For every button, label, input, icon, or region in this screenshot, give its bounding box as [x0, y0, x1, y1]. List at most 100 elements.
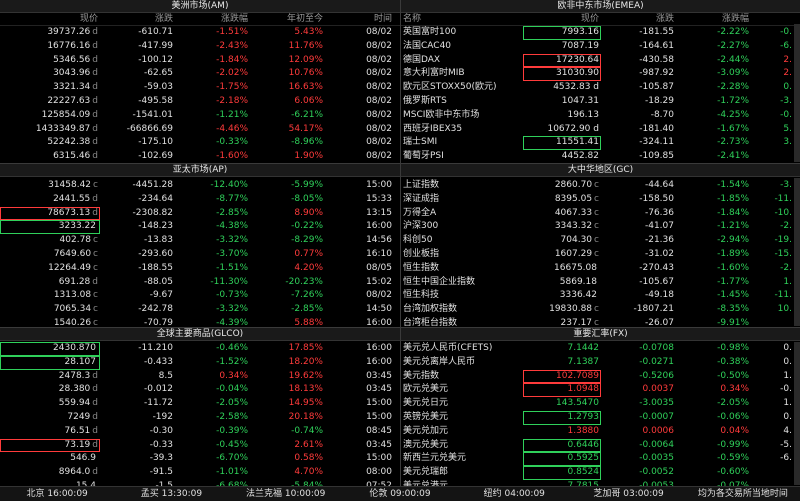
table-row[interactable]: MSCI欧非中东市场 196.13 -8.70 -4.25% -0. — [401, 109, 800, 123]
price-cell: 402.78 c — [0, 234, 100, 248]
price-suffix: d — [92, 370, 98, 381]
col-ytd[interactable] — [751, 13, 794, 25]
index-name: 科创50 — [403, 235, 433, 246]
table-row[interactable]: 西班牙IBEX35 10672.90 d -181.40 -1.67% 5. — [401, 123, 800, 137]
change-cell: -88.05 — [143, 276, 173, 287]
price-cell: 143.5470 — [556, 398, 599, 409]
table-row[interactable]: 8964.0 d -91.5 -1.01% 4.70% 08:00 — [0, 466, 400, 480]
col-name[interactable]: 名称 — [401, 13, 523, 25]
table-row[interactable]: 3321.34 d -59.03 -1.75% 16.63% 08/02 — [0, 81, 400, 95]
table-row[interactable]: 52242.38 d -175.10 -0.33% -8.96% 08/02 — [0, 136, 400, 150]
table-row[interactable]: 12264.49 c -188.55 -1.51% 4.20% 08/05 — [0, 262, 400, 276]
change-pct-cell: -2.05% — [216, 398, 248, 409]
change-cell: -610.71 — [138, 27, 173, 37]
table-row[interactable]: 沪深300 3343.32 c -41.07 -1.21% -2. — [401, 220, 800, 234]
table-row[interactable]: 英镑兑美元 1.2793 -0.0007 -0.06% 0. — [401, 410, 800, 425]
table-row[interactable]: 1540.26 c -70.79 -4.39% 5.88% 16:00 — [0, 317, 400, 327]
scrollbar[interactable] — [794, 24, 800, 162]
table-row[interactable]: 欧元区STOXX50(欧元) 4532.83 d -105.87 -2.28% 0. — [401, 81, 800, 95]
table-row[interactable]: 深证成指 8395.05 c -158.50 -1.85% -11. — [401, 193, 800, 207]
table-row[interactable]: 39737.26 d -610.71 -1.51% 5.43% 08/02 — [0, 26, 400, 40]
table-row[interactable]: 美元兑瑞郎 0.8524 -0.0052 -0.60% — [401, 466, 800, 480]
table-row[interactable]: 2478.3 d 8.5 0.34% 19.62% 03:45 — [0, 370, 400, 384]
price-suffix: c — [594, 207, 599, 218]
col-ytd[interactable]: 年初至今 — [250, 13, 325, 25]
table-row[interactable]: 16776.16 d -417.99 -2.43% 11.76% 08/02 — [0, 40, 400, 54]
table-row[interactable]: 恒生指数 16675.08 -270.43 -1.60% -2. — [401, 262, 800, 276]
table-row[interactable]: 台湾柜台指数 237.17 c -26.07 -9.91% — [401, 317, 800, 327]
table-row[interactable]: 2430.870 -11.210 -0.46% 17.85% 16:00 — [0, 342, 400, 356]
table-row[interactable]: 546.9 -39.3 -6.70% 0.58% 15:00 — [0, 452, 400, 466]
table-row[interactable]: 恒生中国企业指数 5869.18 -105.67 -1.77% 1. — [401, 276, 800, 290]
table-row[interactable]: 78673.13 d -2308.82 -2.85% 8.90% 13:15 — [0, 206, 400, 221]
table-row[interactable]: 76.51 d -0.30 -0.39% -0.74% 08:45 — [0, 425, 400, 439]
table-row[interactable]: 1433349.87 d -66866.69 -4.46% 54.17% 08/02 — [0, 123, 400, 137]
time-cell: 08/02 — [366, 123, 392, 134]
scrollbar[interactable] — [794, 342, 800, 485]
table-row[interactable]: 科创50 704.30 c -21.36 -2.94% -19. — [401, 234, 800, 248]
scrollbar[interactable] — [794, 178, 800, 326]
col-price[interactable]: 现价 — [0, 13, 100, 25]
table-row[interactable]: 创业板指 1607.29 c -31.02 -1.89% -15. — [401, 248, 800, 262]
table-row[interactable]: 英国富时100 7993.16 -181.55 -2.22% -0. — [401, 26, 800, 40]
table-row[interactable]: 28.107 -0.433 -1.52% 18.20% 16:00 — [0, 355, 400, 370]
table-row[interactable]: 意大利富时MIB 31030.90 -987.92 -3.09% 2. — [401, 67, 800, 82]
table-row[interactable]: 73.19 d -0.33 -0.45% 2.61% 03:45 — [0, 438, 400, 453]
price-value: 691.28 — [58, 276, 91, 287]
table-row[interactable]: 3043.96 d -62.65 -2.02% 10.76% 08/02 — [0, 67, 400, 81]
table-row[interactable]: 美元兑离岸人民币 7.1387 -0.0271 -0.38% 0. — [401, 356, 800, 370]
table-row[interactable]: 俄罗斯RTS 1047.31 -18.29 -1.72% -3. — [401, 95, 800, 109]
col-change-pct[interactable]: 涨跌幅 — [676, 13, 751, 25]
col-change[interactable]: 涨跌 — [100, 13, 175, 25]
table-row[interactable]: 瑞士SMI 11551.41 -324.11 -2.73% 3. — [401, 136, 800, 151]
ytd-cell — [751, 317, 794, 327]
table-row[interactable]: 上证指数 2860.70 c -44.64 -1.54% -3. — [401, 179, 800, 193]
table-row[interactable]: 新西兰元兑美元 0.5925 -0.0035 -0.59% -6. — [401, 452, 800, 467]
change-pct-cell: -2.02% — [216, 68, 248, 79]
col-change-pct[interactable]: 涨跌幅 — [175, 13, 250, 25]
table-row[interactable]: 2441.55 d -234.64 -8.77% -8.05% 15:33 — [0, 193, 400, 207]
table-row[interactable]: 691.28 d -88.05 -11.30% -20.23% 15:02 — [0, 276, 400, 290]
table-row[interactable]: 万得全A 4067.33 c -76.36 -1.84% -10. — [401, 207, 800, 221]
table-row[interactable]: 法国CAC40 7087.19 -164.61 -2.27% -6. — [401, 40, 800, 54]
table-row[interactable]: 6315.46 d -102.69 -1.60% 1.90% 08/02 — [0, 150, 400, 163]
table-row[interactable]: 559.94 d -11.72 -2.05% 14.95% 15:00 — [0, 397, 400, 411]
price-value: 2478.3 — [58, 370, 91, 381]
table-row[interactable]: 3233.22 -148.23 -4.38% -0.22% 16:00 — [0, 220, 400, 235]
table-row[interactable]: 台湾加权指数 19830.88 c -1807.21 -8.35% 10. — [401, 303, 800, 317]
table-row[interactable]: 美元兑人民币(CFETS) 7.1442 -0.0708 -0.98% 0. — [401, 342, 800, 356]
table-row[interactable]: 22227.63 d -495.58 -2.18% 6.06% 08/02 — [0, 95, 400, 109]
price-suffix: d — [92, 82, 98, 93]
table-row[interactable]: 5346.56 d -100.12 -1.84% 12.09% 08/02 — [0, 54, 400, 68]
table-row[interactable]: 美元指数 102.7089 -0.5206 -0.50% 1. — [401, 369, 800, 384]
col-change[interactable]: 涨跌 — [601, 13, 676, 25]
change-pct-cell: -1.60% — [216, 151, 248, 162]
table-row[interactable]: 1313.08 c -9.67 -0.73% -7.26% 08/02 — [0, 289, 400, 303]
table-row[interactable]: 葡萄牙PSI 4452.82 -109.85 -2.41% — [401, 150, 800, 163]
table-row[interactable]: 7065.34 c -242.78 -3.32% -2.85% 14:50 — [0, 303, 400, 317]
table-row[interactable]: 澳元兑美元 0.6446 -0.0064 -0.99% -5. — [401, 438, 800, 453]
time-cell: 03:45 — [366, 370, 392, 381]
change-cell: -31.02 — [644, 248, 674, 259]
col-time[interactable]: 时间 — [325, 13, 394, 25]
change-cell: -21.36 — [644, 235, 674, 246]
table-row[interactable]: 31458.42 c -4451.28 -12.40% -5.99% 15:00 — [0, 179, 400, 193]
table-row[interactable]: 德国DAX 17230.64 -430.58 -2.44% 2. — [401, 53, 800, 68]
table-row[interactable]: 美元兑加元 1.3880 0.0006 0.04% 4. — [401, 425, 800, 439]
table-row[interactable]: 28.380 d -0.012 -0.04% 18.13% 03:45 — [0, 383, 400, 397]
time-cell: 16:00 — [366, 343, 392, 353]
price-cell: 28.380 d — [0, 383, 100, 397]
table-row[interactable]: 恒生科技 3336.42 -49.18 -1.45% -11. — [401, 289, 800, 303]
table-row[interactable]: 美元兑日元 143.5470 -3.0035 -2.05% 1. — [401, 397, 800, 411]
table-row[interactable]: 7249 d -192 -2.58% 20.18% 15:00 — [0, 411, 400, 425]
panel-title: 亚太市场(AP) — [0, 164, 400, 177]
table-row[interactable]: 7649.60 c -293.60 -3.70% 0.77% 16:10 — [0, 248, 400, 262]
table-row[interactable]: 402.78 c -13.83 -3.32% -8.29% 14:56 — [0, 234, 400, 248]
ytd-cell: 19.62% — [288, 370, 323, 381]
index-name: 沪深300 — [403, 221, 439, 232]
change-cell: -44.64 — [644, 180, 674, 190]
price-cell: 1540.26 c — [0, 317, 100, 327]
col-price[interactable]: 现价 — [523, 13, 601, 25]
table-row[interactable]: 欧元兑美元 1.0948 0.0037 0.34% -0. — [401, 383, 800, 398]
table-row[interactable]: 125854.09 d -1541.01 -1.21% -6.21% 08/02 — [0, 109, 400, 123]
